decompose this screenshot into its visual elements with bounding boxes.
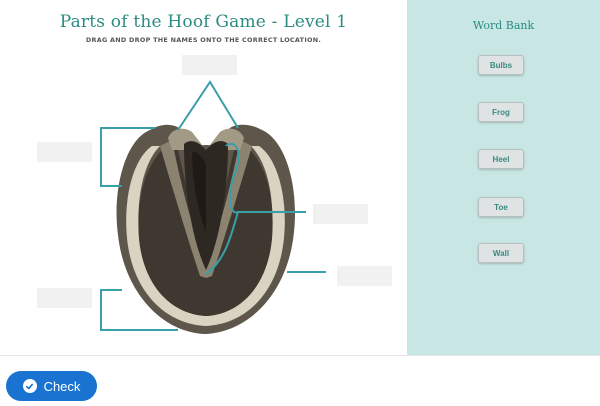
word-heel-button[interactable]: Heel	[478, 149, 524, 169]
drop-zone-left-lower[interactable]	[37, 288, 92, 308]
check-button-label: Check	[43, 378, 81, 394]
word-bank-panel	[407, 0, 600, 355]
word-bank-title: Word Bank	[472, 19, 535, 32]
word-frog-button[interactable]: Frog	[478, 102, 524, 122]
drop-zone-right-middle[interactable]	[313, 204, 368, 224]
check-circle-icon	[22, 379, 37, 393]
drop-zone-right-lower[interactable]	[337, 266, 392, 286]
word-wall-button[interactable]: Wall	[478, 243, 524, 263]
drop-zone-left-upper[interactable]	[37, 142, 92, 162]
pointer-bulbs	[177, 80, 239, 131]
drop-zone-top[interactable]	[182, 55, 237, 75]
word-bulbs-button[interactable]: Bulbs	[478, 55, 524, 75]
word-toe-button[interactable]: Toe	[478, 197, 524, 217]
check-button[interactable]: Check	[6, 371, 97, 401]
footer-divider	[0, 355, 600, 356]
